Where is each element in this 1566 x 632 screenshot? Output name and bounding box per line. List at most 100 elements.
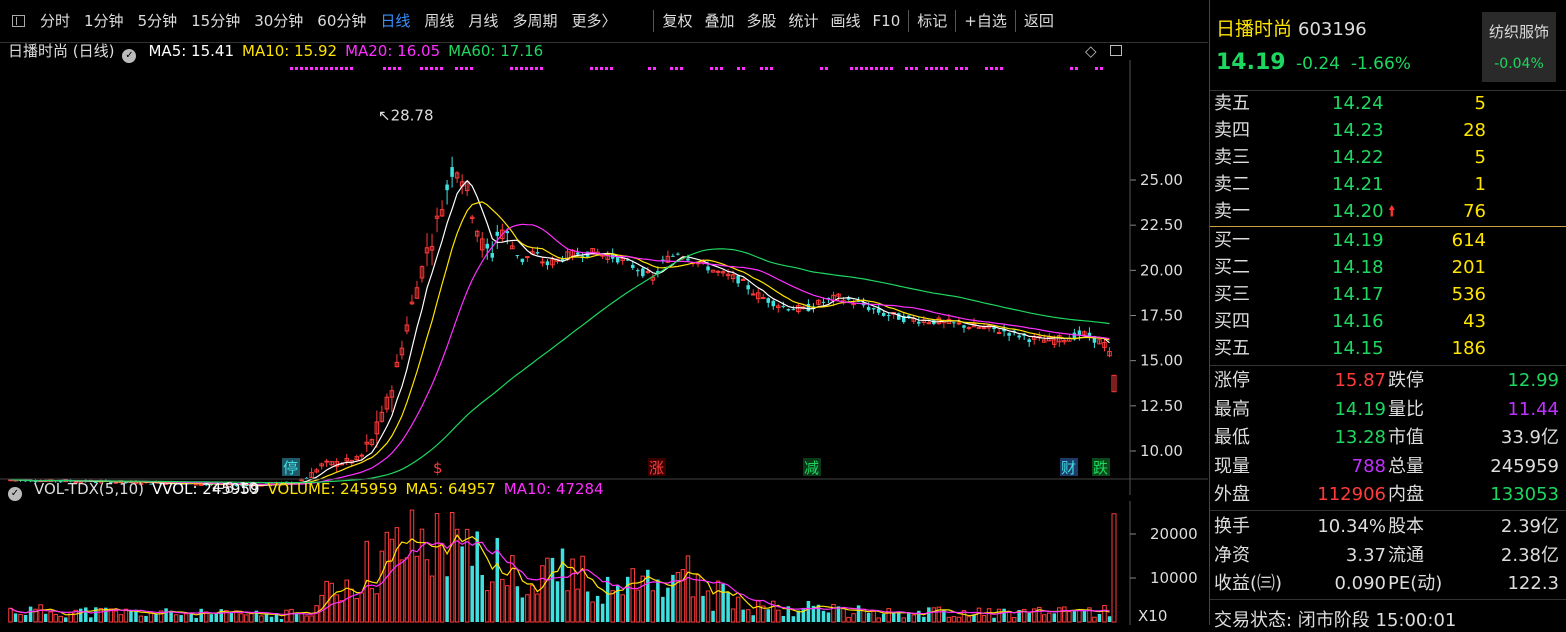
ask-row[interactable]: 卖四 14.23 28 <box>1210 117 1566 144</box>
toolbar-item-8[interactable]: 月线 <box>461 6 505 36</box>
volume-bar <box>484 590 490 623</box>
event-dot <box>460 67 463 70</box>
bid-row[interactable]: 买三 14.17 536 <box>1210 281 1566 308</box>
candle <box>1047 333 1052 342</box>
toolbar-item-6[interactable]: 日线 <box>373 6 417 36</box>
period-toolbar: 分时 1分钟 5分钟 15分钟 30分钟 60分钟 日线 周线 月线 多周期 更多〉 复权 叠加 多股 统计… <box>0 0 1208 43</box>
volume-bar <box>956 616 962 623</box>
toolbar-item-19[interactable]: 返回 <box>1018 6 1060 36</box>
volume-bar <box>996 608 1002 623</box>
legend-circle-icon[interactable]: ✓ <box>122 42 140 63</box>
volume-bar <box>721 583 725 622</box>
event-marker[interactable]: 涨 <box>648 458 666 477</box>
event-dot <box>335 67 338 70</box>
ask-price: 14.24 <box>1332 93 1384 114</box>
volume-bar <box>1041 614 1047 623</box>
volume-bar <box>264 614 269 622</box>
price-chart[interactable]: 25.00 22.50 20.00 17.50 15.00 12.50 10.00 ↖28.7… <box>0 60 1208 495</box>
event-marker[interactable]: 减 <box>803 458 821 477</box>
toolbar-item-13[interactable]: 多股 <box>741 6 783 36</box>
toolbar-item-12[interactable]: 叠加 <box>698 6 740 36</box>
volume-bar <box>741 609 745 622</box>
stat-value: 0.090 <box>1334 573 1386 595</box>
vol-legend-vvol: VVOL: 245959 <box>152 480 260 498</box>
event-marker[interactable]: $ <box>432 458 450 477</box>
event-dot <box>825 67 828 70</box>
stat-value: 13.28 <box>1334 427 1386 449</box>
bid-price: 14.19 <box>1332 230 1384 251</box>
volume-bar <box>1052 613 1057 622</box>
toolbar-item-16[interactable]: F10 <box>867 6 907 36</box>
toolbar-item-15[interactable]: 画线 <box>825 6 867 36</box>
candle <box>525 256 530 262</box>
ask-price: 14.20 <box>1332 201 1384 222</box>
toolbar-item-14[interactable]: 统计 <box>783 6 825 36</box>
legend-ma5: MA5: 15.41 <box>148 42 234 60</box>
toolbar-item-0[interactable]: 分时 <box>33 6 77 36</box>
candle <box>485 238 489 260</box>
stat-label: 量比 <box>1388 398 1424 420</box>
bid-row[interactable]: 买二 14.18 201 <box>1210 254 1566 281</box>
vol-tick-label: 20000 <box>1150 525 1198 543</box>
toolbar-item-17[interactable]: 标记 <box>911 6 953 36</box>
toolbar-item-10[interactable]: 更多〉 <box>564 6 623 36</box>
volume-bar <box>535 593 540 623</box>
event-marker[interactable]: 跌 <box>1092 458 1110 477</box>
toolbar-item-1[interactable]: 1分钟 <box>77 6 131 36</box>
candle <box>515 255 520 259</box>
toolbar-item-5[interactable]: 60分钟 <box>310 6 373 36</box>
bid-row[interactable]: 买五 14.15 186 <box>1210 335 1566 362</box>
bid-row[interactable]: 买四 14.16 43 <box>1210 308 1566 335</box>
settings-diamond-icon[interactable]: ◇ <box>1085 42 1097 60</box>
toolbar-item-2[interactable]: 5分钟 <box>131 6 185 36</box>
toolbar-item-3[interactable]: 15分钟 <box>184 6 247 36</box>
event-dot <box>425 67 428 70</box>
event-dot <box>865 67 868 70</box>
chart-area[interactable]: 日播时尚 (日线) ✓ MA5: 15.41 MA10: 15.92 MA20:… <box>0 42 1208 625</box>
volume-bar <box>309 615 314 623</box>
event-dot <box>742 67 745 70</box>
toolbar-item-11[interactable]: 复权 <box>656 6 698 36</box>
volume-bar <box>610 590 615 623</box>
volume-bar <box>1047 612 1052 623</box>
event-dot <box>398 67 401 70</box>
orderbook-bottom-divider <box>1210 365 1566 366</box>
event-marker[interactable]: 停 <box>282 458 300 477</box>
toolbar-item-4[interactable]: 30分钟 <box>247 6 310 36</box>
event-dot <box>525 67 528 70</box>
stats-row: 现量 788 总量 245959 <box>1210 453 1566 481</box>
volume-bar <box>439 543 445 623</box>
vol-legend-circle-icon[interactable]: ✓ <box>8 480 26 501</box>
quote-panel: 日播时尚 603196 14.19 -0.24 -1.66% 纺织服饰 -0.04… <box>1209 0 1566 631</box>
event-marker[interactable]: 财 <box>1060 458 1078 477</box>
stat-label: 净资 <box>1214 544 1250 566</box>
ask-row[interactable]: 卖五 14.24 5 <box>1210 90 1566 117</box>
stat-value: 788 <box>1351 455 1386 477</box>
ask-price: 14.21 <box>1332 174 1384 195</box>
event-dot <box>710 67 713 70</box>
volume-bar <box>148 612 154 623</box>
sector-button[interactable]: 纺织服饰 -0.04% <box>1482 12 1556 82</box>
ask-row[interactable]: 卖一 14.20 🠙 76 <box>1210 198 1566 225</box>
volume-bar <box>424 559 430 623</box>
volume-bar <box>1006 611 1012 623</box>
event-dot <box>890 67 893 70</box>
panel-toggle-icon[interactable] <box>12 15 25 27</box>
toolbar-item-7[interactable]: 周线 <box>417 6 461 36</box>
event-dot <box>960 67 963 70</box>
event-dot <box>910 67 913 70</box>
toolbar-item-18[interactable]: +自选 <box>958 6 1013 36</box>
bid-row[interactable]: 买一 14.19 614 <box>1210 227 1566 254</box>
volume-chart[interactable]: 20000 10000 X10 <box>0 501 1208 625</box>
ask-row[interactable]: 卖三 14.22 5 <box>1210 144 1566 171</box>
stat-label: 总量 <box>1388 455 1424 477</box>
volume-bar <box>43 613 48 622</box>
event-dot <box>520 67 523 70</box>
toolbar-item-9[interactable]: 多周期 <box>505 6 564 36</box>
ask-row[interactable]: 卖二 14.21 1 <box>1210 171 1566 198</box>
candle <box>1057 334 1062 348</box>
volume-bar <box>981 615 987 623</box>
ask-label: 卖三 <box>1214 147 1250 168</box>
event-dot <box>535 67 538 70</box>
window-toggle-icon[interactable] <box>1110 45 1122 56</box>
